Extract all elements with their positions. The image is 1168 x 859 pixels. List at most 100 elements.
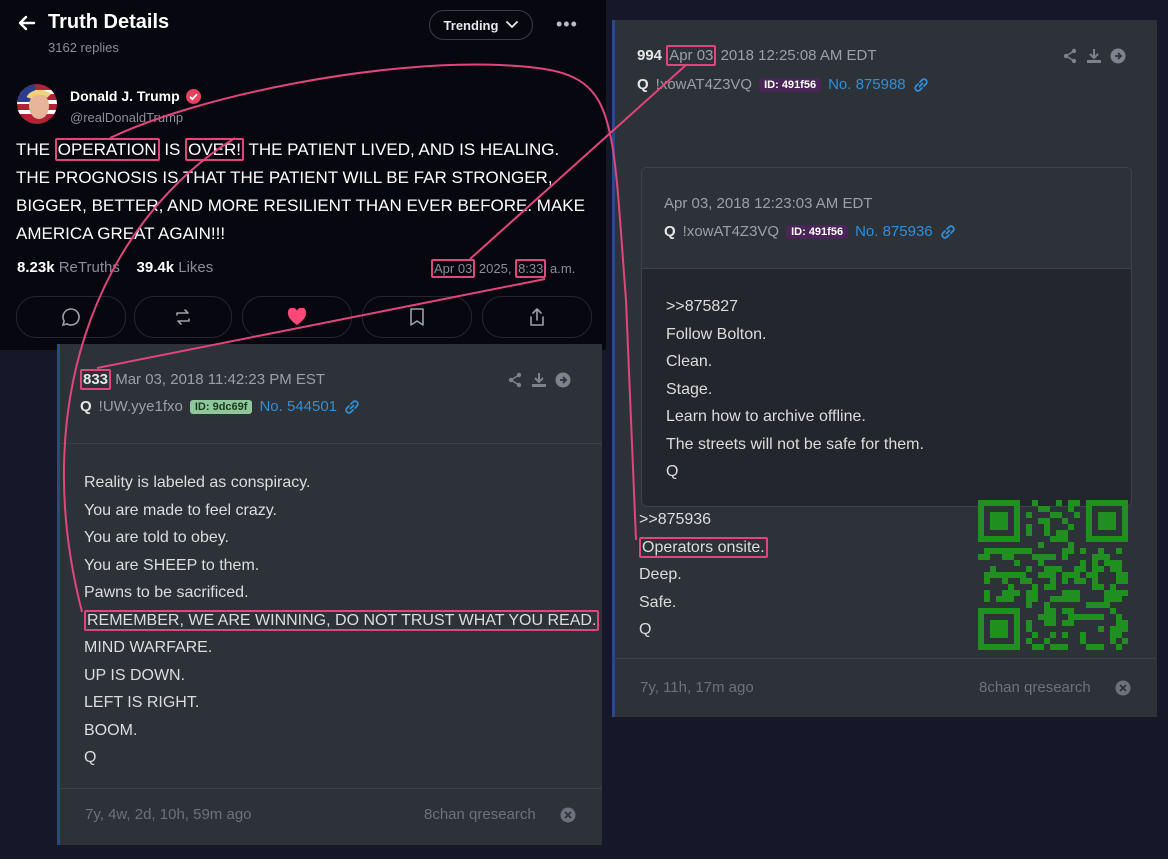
reply-count: 3162 replies <box>48 40 119 55</box>
body-line: Q <box>84 749 97 766</box>
post-body: Reality is labeled as conspiracy. You ar… <box>84 469 600 772</box>
retruths-count[interactable]: 8.23k <box>17 259 55 276</box>
post-body: >>875936 Operators onsite. Deep. Safe. Q <box>639 506 768 644</box>
body-line: You are made to feel crazy. <box>84 501 277 519</box>
date-ampm: a.m. <box>546 261 576 276</box>
quoted-line: Stage. <box>666 380 713 398</box>
q-post-card-left: 833 Mar 03, 2018 11:42:23 PM EST Q !UW.y… <box>57 344 602 845</box>
post-icons <box>1062 48 1126 64</box>
close-icon[interactable] <box>560 807 576 823</box>
author-name[interactable]: Donald J. Trump <box>70 88 180 104</box>
body-line: LEFT IS RIGHT. <box>84 694 200 711</box>
quoted-id-badge: ID: 491f56 <box>786 224 849 239</box>
highlight-date: Apr 03 <box>666 45 717 66</box>
post-no-link[interactable]: No. 875988 <box>828 76 906 93</box>
body-line: BOOM. <box>84 721 138 739</box>
chevron-down-icon <box>506 21 519 29</box>
quoted-line: Learn how to archive offline. <box>666 408 866 425</box>
highlight-operators: Operators onsite. <box>639 536 768 558</box>
download-icon[interactable] <box>531 372 547 388</box>
reply-icon <box>61 308 80 327</box>
truth-post-panel: Truth Details 3162 replies Trending ••• … <box>0 0 606 350</box>
poster-id-badge: ID: 9dc69f <box>189 399 253 414</box>
poster-name: Q <box>80 398 92 415</box>
post-icons <box>507 372 571 388</box>
quoted-line: Follow Bolton. <box>666 325 767 343</box>
back-arrow-icon[interactable] <box>14 10 40 36</box>
quoted-body: >>875827 Follow Bolton. Clean. Stage. Le… <box>666 293 924 486</box>
post-age: 7y, 4w, 2d, 10h, 59m ago <box>85 806 252 823</box>
quoted-tripcode: !xowAT4Z3VQ <box>682 223 780 240</box>
link-icon[interactable] <box>344 399 360 415</box>
avatar[interactable] <box>17 84 57 124</box>
share-icon[interactable] <box>1062 48 1078 64</box>
page-title: Truth Details <box>48 11 170 33</box>
quoted-line: Clean. <box>666 353 713 370</box>
body-line: Q <box>639 621 652 638</box>
poster-id-badge: ID: 491f56 <box>759 77 822 92</box>
q-post-card-right: 994 Apr 03 2018 12:25:08 AM EDT Q !xowAT… <box>612 20 1157 717</box>
author-handle[interactable]: @realDonaldTrump <box>70 110 183 125</box>
post-meta: Q !xowAT4Z3VQ ID: 491f56 No. 875988 <box>637 76 929 93</box>
post-word: THE <box>16 140 55 159</box>
date-year: 2025, <box>475 261 516 276</box>
body-line: UP IS DOWN. <box>84 666 186 684</box>
goto-arrow-icon[interactable] <box>1110 48 1126 64</box>
poster-name: Q <box>637 76 649 93</box>
retruths-label[interactable]: ReTruths <box>59 259 120 276</box>
bookmark-button[interactable] <box>362 296 472 338</box>
verified-badge-icon <box>186 89 201 104</box>
qr-code-image <box>978 500 1128 650</box>
trending-dropdown[interactable]: Trending <box>429 10 533 40</box>
post-header: 833 Mar 03, 2018 11:42:23 PM EST <box>80 369 326 390</box>
post-footer: 7y, 4w, 2d, 10h, 59m ago 8chan qresearch <box>60 788 602 846</box>
post-header: 994 Apr 03 2018 12:25:08 AM EDT <box>637 45 877 66</box>
likes-count[interactable]: 39.4k <box>137 259 175 276</box>
share-button[interactable] <box>482 296 592 338</box>
quoted-post-no-link[interactable]: No. 875936 <box>855 223 933 240</box>
close-icon[interactable] <box>1115 680 1131 696</box>
post-no-link[interactable]: No. 544501 <box>259 398 337 415</box>
like-button[interactable] <box>242 296 352 338</box>
quoted-post-header: Apr 03, 2018 12:23:03 AM EDT Q !xowAT4Z3… <box>642 168 1131 269</box>
post-number: 833 <box>80 369 112 390</box>
more-options-icon[interactable]: ••• <box>556 14 578 35</box>
quoted-poster-name: Q <box>664 223 676 240</box>
highlight-date: Apr 03 <box>431 259 476 278</box>
post-date: 2018 12:25:08 AM EDT <box>720 47 877 64</box>
link-icon[interactable] <box>940 224 956 240</box>
download-icon[interactable] <box>1086 48 1102 64</box>
body-line: You are told to obey. <box>84 529 229 546</box>
body-line: Reality is labeled as conspiracy. <box>84 474 311 491</box>
goto-arrow-icon[interactable] <box>555 372 571 388</box>
share-icon[interactable] <box>507 372 523 388</box>
post-stats: 8.23k ReTruths 39.4k Likes <box>17 259 213 276</box>
quoted-date: Apr 03, 2018 12:23:03 AM EDT <box>664 195 873 212</box>
post-source: 8chan qresearch <box>979 679 1091 696</box>
highlight-time: 8:33 <box>515 259 547 278</box>
retruth-button[interactable] <box>134 296 232 338</box>
post-date: Mar 03, 2018 11:42:23 PM EST <box>115 371 326 388</box>
post-word: IS <box>159 140 186 159</box>
body-line: Safe. <box>639 593 677 611</box>
body-line: You are SHEEP to them. <box>84 556 260 574</box>
post-age: 7y, 11h, 17m ago <box>640 679 754 696</box>
quoted-line: The streets will not be safe for them. <box>666 435 924 453</box>
quoted-line: Q <box>666 463 679 480</box>
heart-icon <box>287 308 307 325</box>
post-timestamp: Apr 03 2025, 8:33 a.m. <box>431 259 576 278</box>
share-icon <box>530 308 544 326</box>
likes-label[interactable]: Likes <box>178 259 213 276</box>
post-number: 994 <box>637 47 663 64</box>
quoted-post[interactable]: Apr 03, 2018 12:23:03 AM EDT Q !xowAT4Z3… <box>641 167 1132 507</box>
post-footer: 7y, 11h, 17m ago 8chan qresearch <box>615 658 1157 718</box>
reply-button[interactable] <box>16 296 126 338</box>
tripcode: !xowAT4Z3VQ <box>655 76 753 93</box>
highlight-remember: REMEMBER, WE ARE WINNING, DO NOT TRUST W… <box>84 609 600 631</box>
post-meta: Q !UW.yye1fxo ID: 9dc69f No. 544501 <box>80 398 360 415</box>
link-icon[interactable] <box>913 77 929 93</box>
highlight-over: OVER! <box>185 138 245 161</box>
highlight-operation: OPERATION <box>54 138 160 161</box>
bookmark-icon <box>410 308 424 326</box>
quoted-line: >>875827 <box>666 298 739 315</box>
